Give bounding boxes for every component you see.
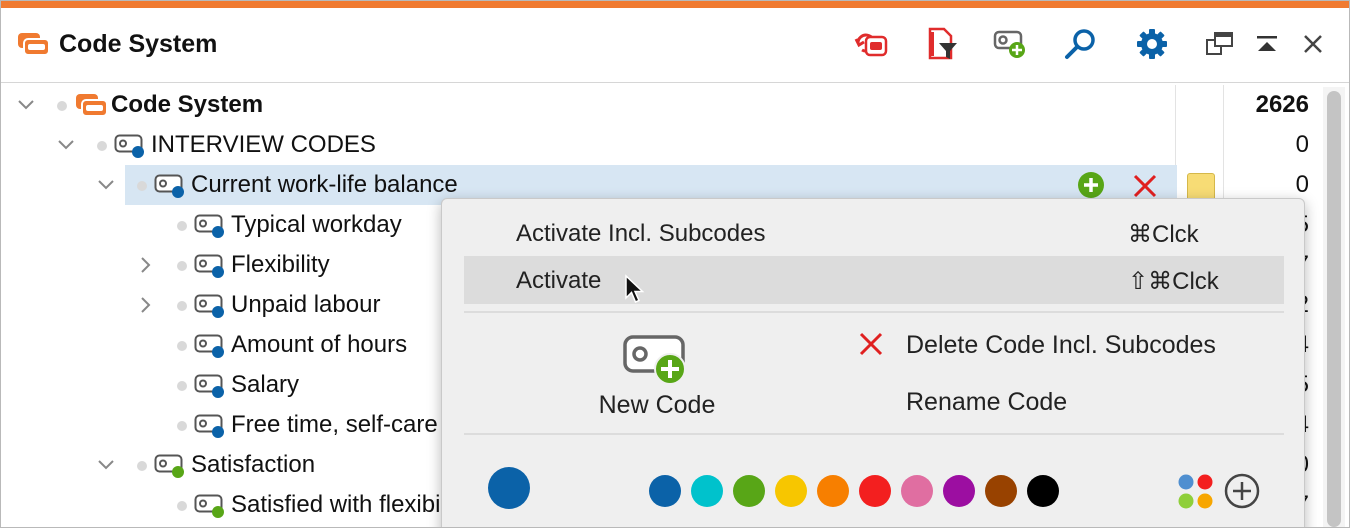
tree-row-label: Current work-life balance	[191, 171, 458, 198]
menu-item-label: Delete Code Incl. Subcodes	[906, 331, 1216, 359]
menu-item-rename-code[interactable]: Rename Code	[848, 381, 1288, 425]
code-system-icon	[17, 32, 51, 61]
code-tag-icon	[194, 413, 228, 444]
code-count: 2626	[1255, 91, 1309, 118]
chevron-down-icon[interactable]	[97, 456, 115, 474]
code-count: 0	[1295, 131, 1309, 158]
tree-row-label: Salary	[231, 371, 300, 398]
new-code-icon	[622, 331, 692, 392]
chevron-right-icon[interactable]	[137, 256, 155, 274]
window-accent-bar	[1, 1, 1349, 8]
code-system-icon	[75, 93, 109, 122]
reset-activations-icon[interactable]	[853, 26, 889, 62]
tree-row-label: Typical workday	[231, 211, 402, 238]
code-count: 0	[1295, 171, 1309, 198]
code-tag-icon	[194, 373, 228, 404]
color-swatch[interactable]	[775, 475, 807, 507]
context-menu: Activate Incl. Subcodes ⌘Clck Activate ⇧…	[441, 198, 1305, 527]
activation-dot[interactable]	[177, 421, 187, 431]
undock-window-icon[interactable]	[1202, 26, 1238, 62]
chevron-down-icon[interactable]	[57, 136, 75, 154]
tree-row-label: Satisfied with flexibility	[231, 491, 470, 518]
code-tag-icon	[114, 133, 148, 164]
code-tag-icon	[194, 253, 228, 284]
code-tag-icon	[194, 493, 228, 524]
tree-row-root[interactable]: Code System 2626	[1, 85, 1321, 125]
color-swatch[interactable]	[691, 475, 723, 507]
color-swatch[interactable]	[1027, 475, 1059, 507]
color-swatch[interactable]	[733, 475, 765, 507]
gear-icon[interactable]	[1134, 26, 1170, 62]
color-swatch[interactable]	[817, 475, 849, 507]
menu-separator	[464, 311, 1284, 313]
collapse-up-icon[interactable]	[1249, 26, 1285, 62]
code-tag-icon	[154, 453, 188, 484]
activation-dot[interactable]	[97, 141, 107, 151]
activation-dot[interactable]	[177, 221, 187, 231]
window-title: Code System	[59, 30, 218, 58]
code-tag-icon	[154, 173, 188, 204]
activation-dot[interactable]	[177, 501, 187, 511]
menu-item-activate[interactable]: Activate ⇧⌘Clck	[464, 256, 1284, 304]
tree-row-label: Free time, self-care	[231, 411, 438, 438]
activation-dot[interactable]	[177, 261, 187, 271]
menu-item-shortcut: ⇧⌘Clck	[1128, 268, 1219, 295]
tree-row-label: INTERVIEW CODES	[151, 131, 376, 158]
activation-dot[interactable]	[177, 301, 187, 311]
color-palette-icon[interactable]	[1177, 473, 1215, 516]
chevron-down-icon[interactable]	[97, 176, 115, 194]
tree-row-label: Code System	[111, 91, 264, 118]
vertical-scrollbar[interactable]	[1323, 87, 1345, 527]
close-icon[interactable]	[1295, 26, 1331, 62]
menu-item-label: Activate	[516, 267, 602, 294]
color-swatch[interactable]	[859, 475, 891, 507]
activation-dot[interactable]	[137, 461, 147, 471]
tree-row-label: Amount of hours	[231, 331, 408, 358]
new-code-label: New Code	[598, 391, 716, 419]
activation-dot[interactable]	[177, 381, 187, 391]
activation-dot[interactable]	[57, 101, 67, 111]
activation-dot[interactable]	[137, 181, 147, 191]
current-code-color[interactable]	[488, 467, 530, 509]
mouse-cursor-icon	[624, 274, 646, 311]
menu-item-activate-incl-subcodes[interactable]: Activate Incl. Subcodes ⌘Clck	[464, 209, 1284, 257]
code-memo-icon[interactable]	[1187, 173, 1215, 201]
add-color-icon[interactable]	[1224, 473, 1260, 514]
window-header: Code System	[1, 8, 1349, 83]
new-code-button[interactable]: New Code	[582, 327, 732, 425]
menu-item-label: Rename Code	[906, 388, 1068, 416]
chevron-right-icon[interactable]	[137, 296, 155, 314]
code-tag-icon	[194, 333, 228, 364]
tree-row[interactable]: INTERVIEW CODES 0	[1, 125, 1321, 165]
tree-row-label: Satisfaction	[191, 451, 316, 478]
menu-item-delete-code[interactable]: Delete Code Incl. Subcodes	[848, 323, 1288, 367]
new-code-icon[interactable]	[993, 26, 1029, 62]
menu-item-shortcut: ⌘Clck	[1128, 221, 1199, 248]
tree-row-label: Flexibility	[231, 251, 330, 278]
activation-dot[interactable]	[177, 341, 187, 351]
search-icon[interactable]	[1063, 26, 1099, 62]
color-swatch[interactable]	[649, 475, 681, 507]
code-tag-icon	[194, 293, 228, 324]
tree-row-label: Unpaid labour	[231, 291, 381, 318]
filter-document-icon[interactable]	[924, 26, 960, 62]
chevron-down-icon[interactable]	[17, 96, 35, 114]
menu-item-label: Activate Incl. Subcodes	[516, 220, 766, 247]
scrollbar-thumb[interactable]	[1327, 91, 1341, 527]
color-swatch[interactable]	[943, 475, 975, 507]
color-swatch[interactable]	[901, 475, 933, 507]
menu-separator	[464, 433, 1284, 435]
color-swatch[interactable]	[985, 475, 1017, 507]
code-tag-icon	[194, 213, 228, 244]
delete-icon	[858, 331, 884, 362]
code-system-window: Code System Code System 2626 INTERVIEW C…	[0, 0, 1350, 528]
